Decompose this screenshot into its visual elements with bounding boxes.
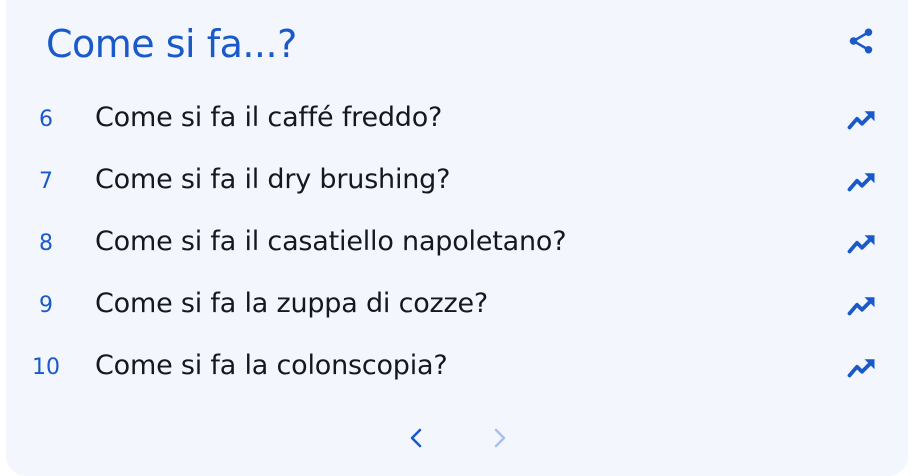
item-query[interactable]: Come si fa il dry brushing?: [95, 163, 450, 197]
trending-up-icon: [847, 359, 875, 378]
item-rank: 6: [39, 107, 53, 132]
list-item[interactable]: 10 Come si fa la colonscopia?: [6, 337, 908, 399]
item-rank: 7: [39, 169, 53, 194]
item-query[interactable]: Come si fa il caffé freddo?: [95, 101, 442, 135]
trend-button[interactable]: [844, 291, 880, 321]
trending-up-icon: [847, 235, 875, 254]
item-query[interactable]: Come si fa il casatiello napoletano?: [95, 225, 567, 259]
list-item[interactable]: 7 Come si fa il dry brushing?: [6, 151, 908, 213]
trends-card: Come si fa...? 6 Come si fa il caffé fre…: [6, 0, 908, 476]
trend-button[interactable]: [844, 229, 880, 259]
list-item[interactable]: 8 Come si fa il casatiello napoletano?: [6, 213, 908, 275]
share-button[interactable]: [842, 22, 880, 60]
trend-button[interactable]: [844, 105, 880, 135]
next-page-button[interactable]: [482, 420, 518, 456]
item-query[interactable]: Come si fa la colonscopia?: [95, 349, 448, 383]
trending-up-icon: [847, 297, 875, 316]
previous-page-button[interactable]: [398, 420, 434, 456]
item-rank: 8: [39, 231, 53, 256]
trending-up-icon: [847, 173, 875, 192]
chevron-right-icon: [494, 428, 506, 448]
list-item[interactable]: 6 Come si fa il caffé freddo?: [6, 89, 908, 151]
pagination: [6, 420, 908, 456]
chevron-left-icon: [410, 428, 422, 448]
item-rank: 10: [32, 355, 60, 380]
item-rank: 9: [39, 293, 53, 318]
trending-up-icon: [847, 111, 875, 130]
trend-button[interactable]: [844, 167, 880, 197]
list-item[interactable]: 9 Come si fa la zuppa di cozze?: [6, 275, 908, 337]
card-title: Come si fa...?: [46, 22, 297, 66]
share-icon: [849, 28, 873, 54]
item-query[interactable]: Come si fa la zuppa di cozze?: [95, 287, 488, 321]
trend-button[interactable]: [844, 353, 880, 383]
